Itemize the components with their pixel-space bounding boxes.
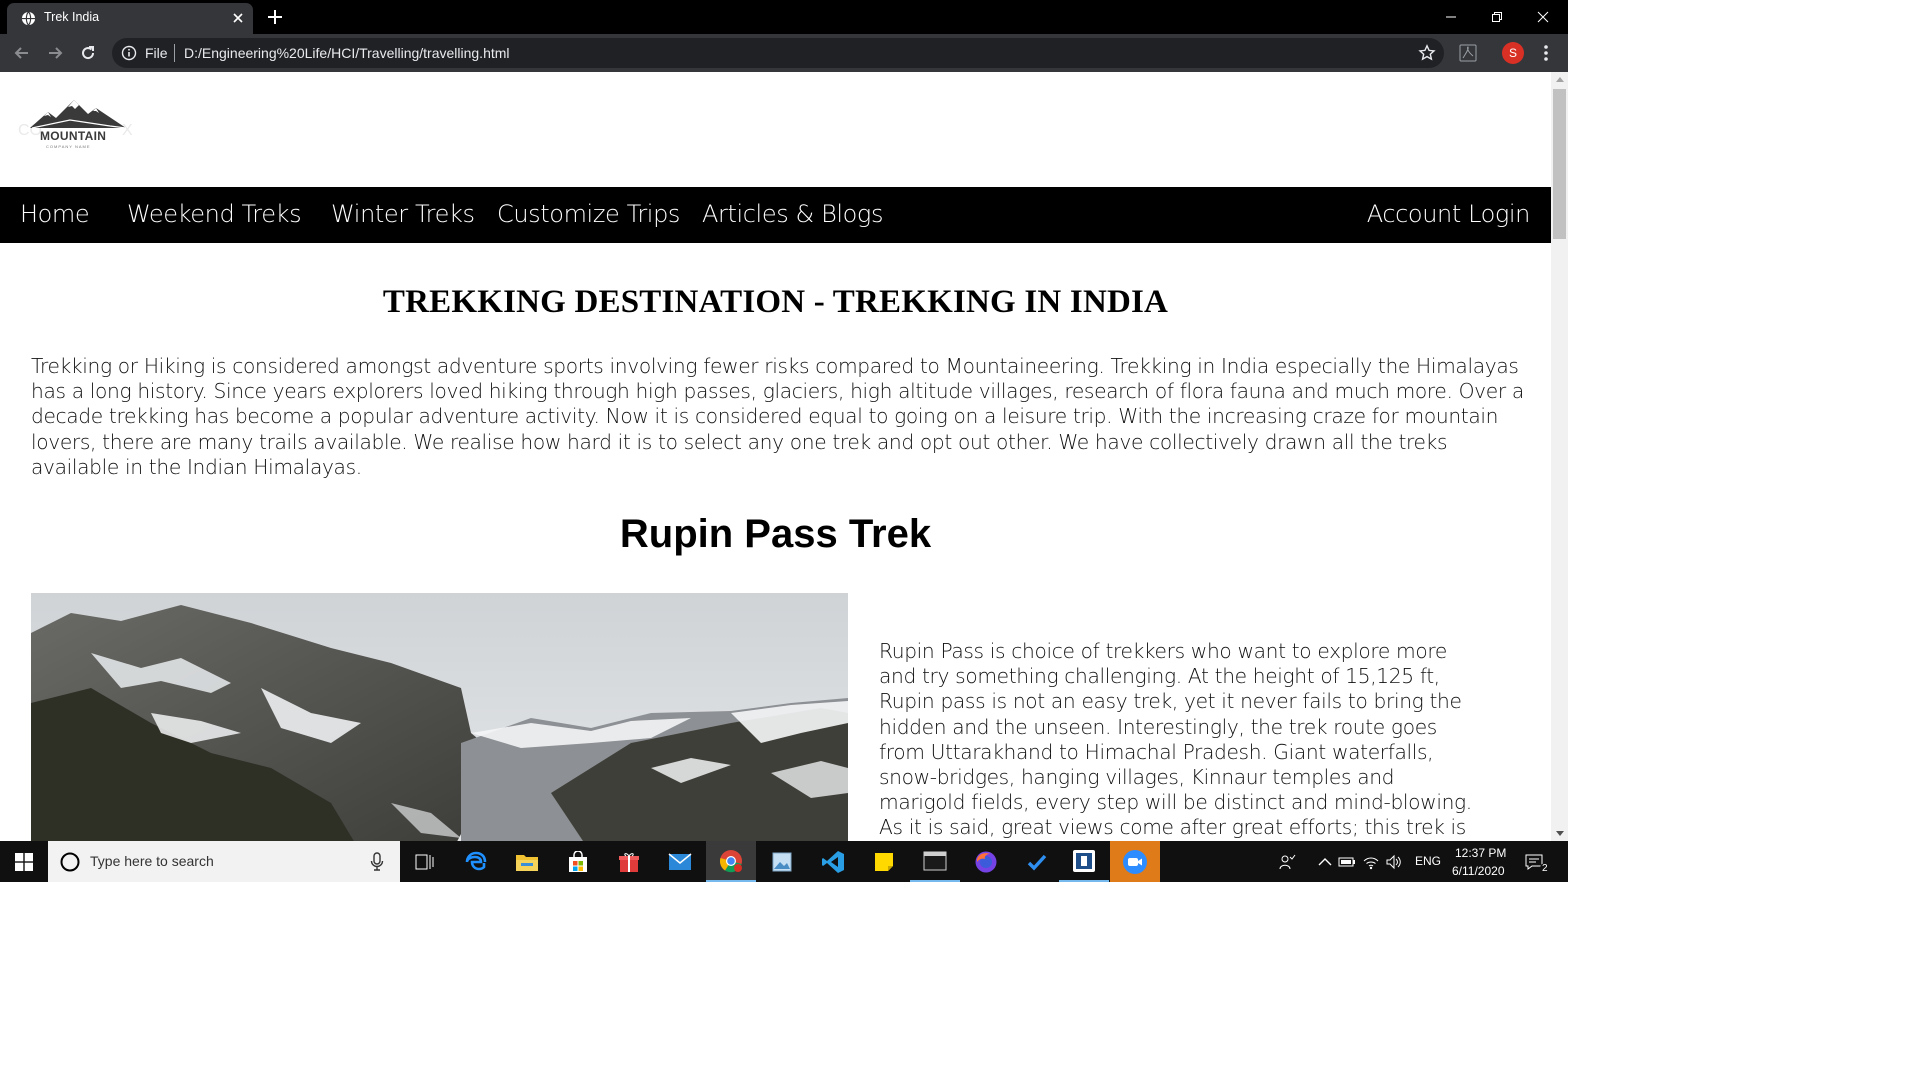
forward-button[interactable] (44, 42, 66, 64)
logo-name: MOUNTAIN (40, 129, 107, 143)
nav-home[interactable]: Home (20, 200, 90, 228)
clock-date[interactable]: 6/11/2020 (1452, 864, 1505, 878)
taskbar-sticky-notes[interactable] (859, 841, 909, 882)
search-placeholder: Type here to search (90, 853, 214, 869)
page-scrollbar[interactable] (1551, 72, 1568, 841)
language-indicator[interactable]: ENG (1415, 854, 1441, 868)
site-logo[interactable]: CO X MOUNTAIN COMPANY NAME (16, 98, 136, 153)
taskbar-gift-app[interactable] (604, 841, 654, 882)
forward-arrow-icon (49, 47, 63, 59)
sticky-note-icon (875, 852, 893, 871)
globe-icon (21, 11, 36, 26)
browser-tab[interactable]: Trek India (7, 3, 253, 34)
back-button[interactable] (11, 42, 33, 64)
close-tab-icon[interactable] (231, 11, 245, 25)
mountain-logo-icon (30, 100, 126, 129)
volume-icon[interactable] (1385, 853, 1403, 871)
taskbar-edge[interactable] (451, 841, 501, 882)
app-frame-icon (1073, 849, 1095, 872)
nav-customize-trips[interactable]: Customize Trips (497, 200, 680, 228)
url-separator (174, 44, 175, 62)
nav-account-login[interactable]: Account Login (1367, 200, 1531, 228)
page-viewport: CO X MOUNTAIN COMPANY NAME Home Weekend … (0, 72, 1551, 841)
start-button[interactable] (0, 841, 48, 882)
bookmark-star-icon[interactable] (1418, 44, 1436, 62)
taskbar-search-box[interactable]: Type here to search (48, 841, 400, 882)
task-view-button[interactable] (400, 841, 450, 882)
firefox-icon (975, 851, 997, 872)
reload-button[interactable] (77, 42, 99, 64)
terminal-icon (923, 851, 947, 870)
cortana-search-icon (60, 852, 80, 872)
reload-icon (82, 46, 95, 60)
mail-envelope-icon (668, 852, 692, 870)
logo-tagline: COMPANY NAME (46, 144, 91, 149)
taskbar-store[interactable] (553, 841, 603, 882)
address-bar[interactable]: File D:/Engineering%20Life/HCI/Travellin… (112, 38, 1444, 68)
pdf-extension-icon[interactable] (1458, 43, 1478, 63)
task-view-icon (415, 854, 434, 869)
more-menu-icon[interactable] (1538, 43, 1554, 63)
info-icon[interactable] (121, 45, 137, 61)
people-icon[interactable] (1278, 853, 1296, 871)
mountain-photo-image (31, 593, 848, 841)
tab-title: Trek India (44, 10, 100, 24)
minimize-button[interactable] (1428, 0, 1474, 34)
gift-icon (619, 852, 639, 872)
microphone-icon[interactable] (370, 852, 384, 872)
nav-articles-blogs[interactable]: Articles & Blogs (702, 200, 883, 228)
edge-browser-icon (465, 851, 487, 870)
taskbar-file-explorer[interactable] (502, 841, 552, 882)
restore-button[interactable] (1474, 0, 1520, 34)
zoom-video-icon (1123, 849, 1147, 874)
taskbar-zoom[interactable] (1110, 841, 1160, 882)
chevron-up-icon[interactable] (1316, 853, 1334, 871)
site-navigation: Home Weekend Treks Winter Treks Customiz… (0, 187, 1551, 243)
scroll-up-arrow-icon[interactable] (1551, 72, 1568, 87)
taskbar-mail[interactable] (655, 841, 705, 882)
taskbar-firefox[interactable] (961, 841, 1011, 882)
clock-time[interactable]: 12:37 PM (1455, 846, 1506, 860)
url-text[interactable]: D:/Engineering%20Life/HCI/Travelling/tra… (184, 45, 510, 61)
chrome-browser-icon (719, 849, 742, 872)
minimize-icon (1446, 16, 1456, 18)
scroll-thumb[interactable] (1553, 89, 1566, 239)
taskbar-vscode[interactable] (808, 841, 858, 882)
photos-icon (772, 852, 792, 871)
nav-weekend-treks[interactable]: Weekend Treks (127, 200, 302, 228)
folder-icon (516, 854, 538, 871)
taskbar-photos[interactable] (757, 841, 807, 882)
nav-winter-treks[interactable]: Winter Treks (331, 200, 475, 228)
taskbar-terminal[interactable] (910, 841, 960, 882)
taskbar-todo[interactable] (1012, 841, 1062, 882)
restore-icon (1492, 12, 1502, 22)
trek-description: Rupin Pass is choice of trekkers who wan… (879, 639, 1472, 841)
browser-toolbar: File D:/Engineering%20Life/HCI/Travellin… (0, 34, 1568, 72)
profile-avatar[interactable]: S (1502, 42, 1524, 64)
close-icon (1537, 11, 1549, 23)
browser-tab-strip: Trek India (0, 0, 1568, 34)
close-window-button[interactable] (1520, 0, 1566, 34)
store-bag-icon (569, 850, 587, 872)
url-scheme-label: File (145, 45, 168, 61)
taskbar-app-frame[interactable] (1059, 841, 1109, 882)
back-arrow-icon (14, 47, 28, 59)
checkmark-icon (1027, 854, 1047, 870)
new-tab-icon[interactable] (266, 8, 284, 26)
windows-taskbar: Type here to search ENG 12:37 PM 6/11/20… (0, 841, 1568, 882)
battery-icon[interactable] (1338, 853, 1356, 871)
trek-title: Rupin Pass Trek (619, 512, 932, 556)
taskbar-chrome[interactable] (706, 841, 756, 882)
page-title: TREKKING DESTINATION - TREKKING IN INDIA (382, 284, 1169, 320)
intro-paragraph: Trekking or Hiking is considered amongst… (31, 354, 1524, 479)
scroll-down-arrow-icon[interactable] (1551, 826, 1568, 841)
trek-photo (31, 593, 848, 841)
wifi-icon[interactable] (1362, 853, 1380, 871)
windows-logo-icon (15, 852, 33, 871)
notification-count-badge: 2 (1540, 863, 1550, 874)
vscode-icon (822, 850, 844, 873)
